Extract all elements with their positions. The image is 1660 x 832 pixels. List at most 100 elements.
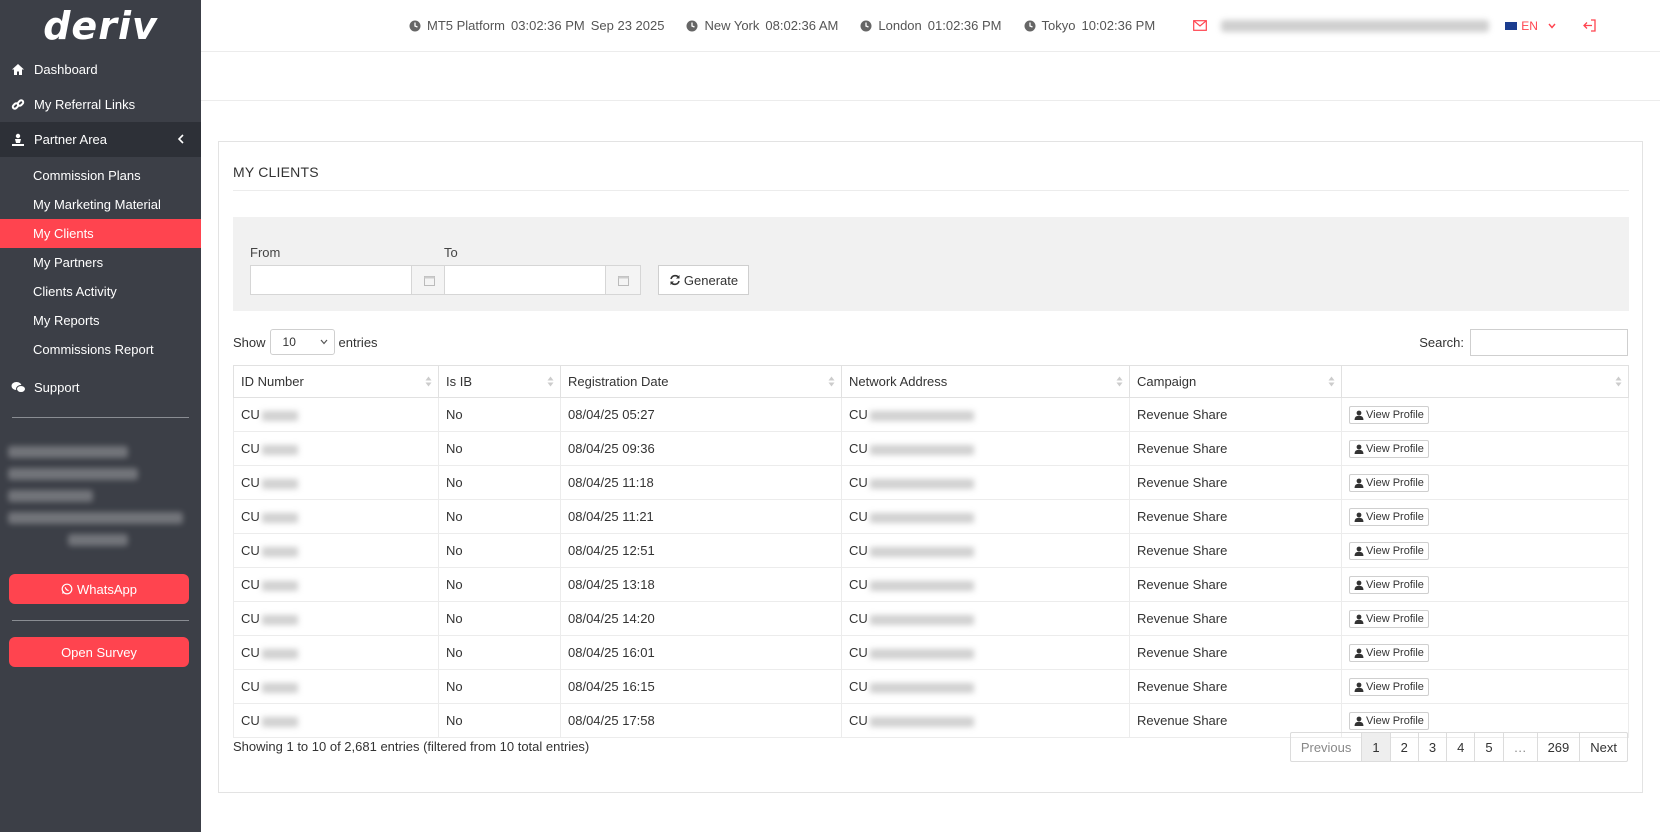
network-address-cell: CU [841,669,1130,704]
sidebar-divider [12,417,189,418]
sidebar-item-my-reports[interactable]: My Reports [0,306,201,335]
whatsapp-button[interactable]: WhatsApp [9,574,189,604]
table-row: CU No 08/04/25 12:51 CU Revenue Share View Pr… [233,533,1629,568]
page-size-select[interactable]: 10 [269,329,335,355]
open-survey-button[interactable]: Open Survey [9,637,189,667]
sidebar-item-referral-links[interactable]: My Referral Links [0,87,201,122]
clock-london: London 01:02:36 PM [860,18,1002,33]
action-cell: View Profile [1341,397,1629,432]
redacted-text [261,546,298,557]
page-button[interactable]: 2 [1389,733,1418,761]
table-row: CU No 08/04/25 11:21 CU Revenue Share View Pr… [233,499,1629,534]
generate-button[interactable]: Generate [658,265,749,295]
page-button[interactable]: 5 [1474,733,1502,761]
column-header[interactable] [1341,365,1629,398]
view-profile-button[interactable]: View Profile [1349,575,1429,594]
home-icon [10,62,26,78]
campaign-cell: Revenue Share [1129,567,1342,602]
campaign-cell: Revenue Share [1129,601,1342,636]
action-cell: View Profile [1341,669,1629,704]
sidebar-item-label: My Referral Links [34,97,136,112]
sidebar-item-dashboard[interactable]: Dashboard [0,52,201,87]
partner-icon [10,132,26,148]
registration-date-cell: 08/04/25 16:15 [560,669,842,704]
id-number-cell: CU [233,499,439,534]
page-button-current[interactable]: 1 [1361,733,1390,761]
sidebar-item-clients-activity[interactable]: Clients Activity [0,277,201,306]
next-button[interactable]: Next [1579,733,1627,761]
network-address-cell: CU [841,431,1130,466]
view-profile-button[interactable]: View Profile [1349,405,1429,424]
pagination-ellipsis: … [1502,733,1537,761]
view-profile-button[interactable]: View Profile [1349,677,1429,696]
id-number-cell: CU [233,703,439,738]
view-profile-button[interactable]: View Profile [1349,643,1429,662]
page-size-control: Show 10 entries [233,329,378,355]
network-address-cell: CU [841,397,1130,432]
deriv-logo[interactable]: deriv [0,0,201,52]
sort-icon [547,376,554,387]
table-info: Showing 1 to 10 of 2,681 entries (filter… [233,739,590,754]
logout-icon[interactable] [1582,18,1597,33]
search-input[interactable] [1470,329,1628,356]
campaign-cell: Revenue Share [1129,635,1342,670]
sidebar-item-commissions-report[interactable]: Commissions Report [0,335,201,364]
redacted-text [261,682,298,693]
page-button[interactable]: 4 [1446,733,1474,761]
redacted-text [261,478,298,489]
column-header[interactable]: Is IB [438,365,561,398]
calendar-icon[interactable] [412,265,447,295]
registration-date-cell: 08/04/25 17:58 [560,703,842,738]
view-profile-button[interactable]: View Profile [1349,473,1429,492]
redacted-text [261,512,298,523]
network-address-cell: CU [841,499,1130,534]
redacted-text [869,512,974,523]
sidebar-item-commission-plans[interactable]: Commission Plans [0,161,201,190]
calendar-icon[interactable] [606,265,641,295]
previous-button[interactable]: Previous [1291,733,1362,761]
view-profile-button[interactable]: View Profile [1349,507,1429,526]
sidebar-item-partner-area[interactable]: Partner Area [0,122,201,157]
id-number-cell: CU [233,635,439,670]
campaign-cell: Revenue Share [1129,499,1342,534]
clock-icon [409,20,421,32]
user-icon [1354,478,1364,488]
table-row: CU No 08/04/25 05:27 CU Revenue Share View Pr… [233,397,1629,432]
column-header[interactable]: Registration Date [560,365,842,398]
clients-table: ID Number Is IB Registration Date Network A… [233,365,1629,738]
action-cell: View Profile [1341,499,1629,534]
chevron-left-icon [177,132,185,147]
redacted-text [869,614,974,625]
view-profile-button[interactable]: View Profile [1349,541,1429,560]
page-button[interactable]: 3 [1417,733,1446,761]
column-header[interactable]: ID Number [233,365,439,398]
table-row: CU No 08/04/25 13:18 CU Revenue Share View Pr… [233,567,1629,602]
network-address-cell: CU [841,567,1130,602]
view-profile-button[interactable]: View Profile [1349,711,1429,730]
language-selector[interactable]: EN [1505,19,1556,33]
is-ib-cell: No [438,703,561,738]
is-ib-cell: No [438,499,561,534]
sidebar-item-my-partners[interactable]: My Partners [0,248,201,277]
date-filter: From To Generate [233,217,1629,311]
column-header[interactable]: Network Address [841,365,1130,398]
page-button[interactable]: 269 [1536,733,1580,761]
redacted-text [869,478,974,489]
sidebar-item-my-clients[interactable]: My Clients [0,219,201,248]
view-profile-button[interactable]: View Profile [1349,439,1429,458]
top-bar: MT5 Platform 03:02:36 PM Sep 23 2025 New… [201,0,1660,52]
page-title: MY CLIENTS [233,164,319,180]
sidebar-item-support[interactable]: Support [0,370,201,405]
view-profile-button[interactable]: View Profile [1349,609,1429,628]
table-row: CU No 08/04/25 16:01 CU Revenue Share View Pr… [233,635,1629,670]
sidebar-item-marketing-material[interactable]: My Marketing Material [0,190,201,219]
campaign-cell: Revenue Share [1129,465,1342,500]
to-date-input[interactable] [444,265,606,295]
user-icon [1354,580,1364,590]
mail-icon[interactable] [1193,20,1208,31]
user-icon [1354,546,1364,556]
clock-icon [686,20,698,32]
from-date-input[interactable] [250,265,412,295]
table-header-row: ID Number Is IB Registration Date Network A… [233,365,1629,398]
column-header[interactable]: Campaign [1129,365,1342,398]
